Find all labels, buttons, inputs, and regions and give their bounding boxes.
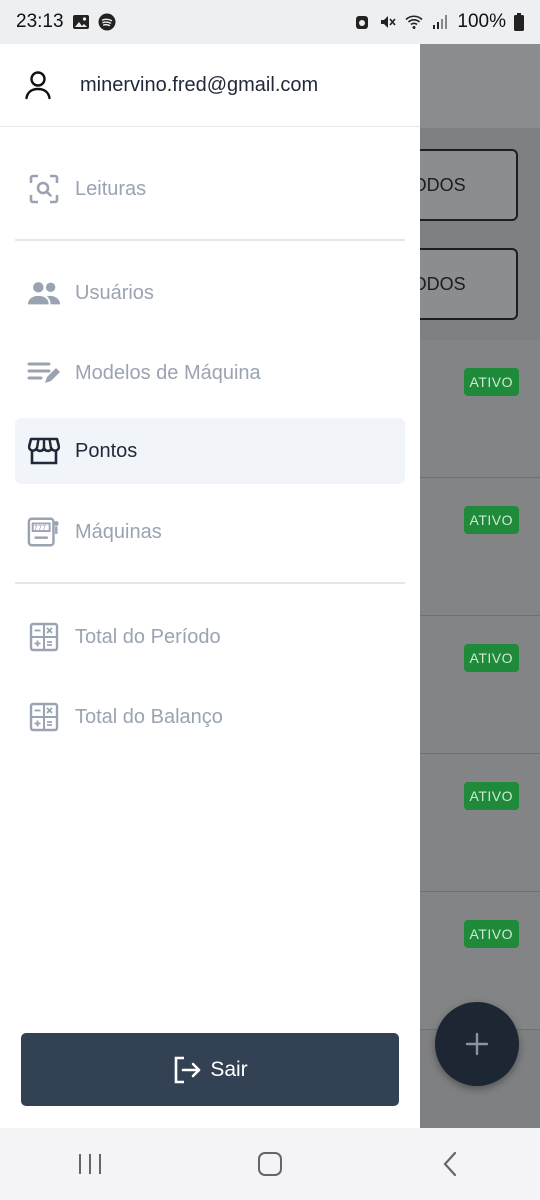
scan-icon	[27, 172, 61, 206]
svg-text:777: 777	[34, 524, 47, 532]
user-email: minervino.fred@gmail.com	[80, 73, 319, 96]
menu-item-maquinas[interactable]: 777 Máquinas	[15, 499, 405, 565]
menu-item-leituras[interactable]: Leituras	[15, 156, 405, 222]
menu-item-label: Modelos de Máquina	[75, 361, 261, 384]
menu-item-label: Máquinas	[75, 520, 162, 543]
menu-item-modelos-de-maquina[interactable]: Modelos de Máquina	[15, 340, 405, 406]
mute-icon	[381, 16, 397, 28]
status-badge: ATIVO	[463, 506, 519, 534]
store-icon	[27, 434, 61, 468]
logout-icon	[175, 1056, 201, 1083]
calculator-icon	[27, 700, 61, 734]
wifi-icon	[405, 15, 423, 29]
menu-item-total-do-periodo[interactable]: Total do Período	[15, 604, 405, 670]
status-badge: ATIVO	[463, 644, 519, 672]
signal-icon	[433, 15, 448, 29]
menu-item-label: Usuários	[75, 281, 154, 304]
battery-icon	[514, 13, 524, 31]
alarm-icon	[356, 16, 369, 29]
recents-icon	[79, 1154, 101, 1174]
logout-button[interactable]: Sair	[21, 1033, 399, 1106]
add-button	[435, 1002, 519, 1086]
recent-apps-button[interactable]	[60, 1134, 120, 1194]
back-button[interactable]	[420, 1134, 480, 1194]
home-button[interactable]	[240, 1134, 300, 1194]
calculator-icon	[27, 620, 61, 654]
spotify-icon	[98, 13, 116, 31]
menu-item-label: Pontos	[75, 439, 138, 462]
menu-item-usuarios[interactable]: Usuários	[15, 260, 405, 326]
user-icon	[25, 71, 51, 100]
divider	[15, 239, 405, 241]
menu-item-label: Leituras	[75, 177, 147, 200]
status-badge: ATIVO	[463, 368, 519, 396]
logout-label: Sair	[210, 1057, 248, 1081]
back-icon	[443, 1151, 457, 1177]
system-nav-bar	[0, 1128, 540, 1200]
battery-percent: 100%	[457, 11, 506, 32]
slot-machine-icon: 777	[27, 515, 61, 549]
status-time: 23:13	[16, 11, 64, 32]
navigation-drawer: minervino.fred@gmail.com Leituras Usuári…	[0, 44, 420, 1128]
users-icon	[27, 276, 61, 310]
menu-item-total-do-balanco[interactable]: Total do Balanço	[15, 684, 405, 750]
divider	[15, 582, 405, 584]
gallery-icon	[72, 15, 89, 29]
menu-item-label: Total do Período	[75, 625, 221, 648]
status-badge: ATIVO	[463, 920, 519, 948]
plus-icon	[465, 1032, 489, 1056]
status-bar: 23:13 100%	[0, 0, 540, 44]
edit-list-icon	[27, 356, 61, 390]
menu-item-pontos[interactable]: Pontos	[15, 418, 405, 484]
menu-item-label: Total do Balanço	[75, 705, 223, 728]
home-icon	[258, 1152, 282, 1176]
drawer-header: minervino.fred@gmail.com	[0, 44, 420, 127]
status-badge: ATIVO	[463, 782, 519, 810]
